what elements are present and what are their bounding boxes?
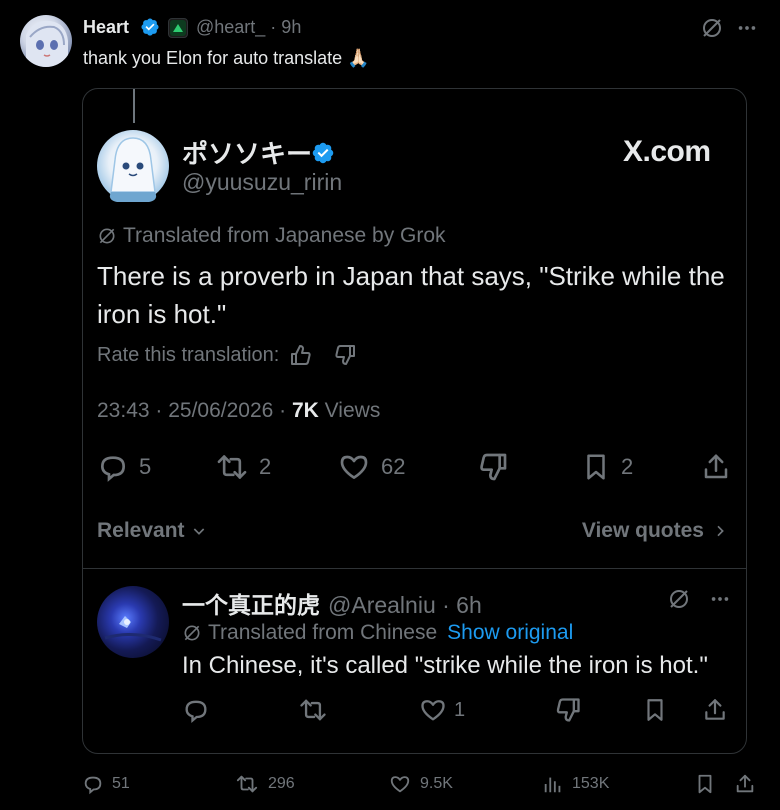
repost-icon	[298, 696, 328, 724]
more-icon[interactable]	[736, 17, 758, 39]
bookmark-icon	[694, 773, 716, 795]
reply-translation-notice: Translated from Chinese Show original	[182, 621, 573, 645]
divider	[83, 568, 746, 569]
site-watermark: X.com	[623, 135, 711, 168]
reply-translation-label: Translated from Chinese	[208, 621, 438, 644]
repost-count: 296	[268, 775, 295, 792]
share-button	[702, 696, 728, 724]
share-icon	[734, 773, 756, 795]
reply-action-bar: 1	[182, 695, 742, 725]
like-icon	[388, 773, 412, 795]
translation-notice: Translated from Japanese by Grok	[97, 224, 446, 248]
reply-author-name: 一个真正的虎	[182, 592, 320, 618]
like-icon	[418, 696, 448, 724]
grok-icon[interactable]	[700, 16, 724, 40]
views-count: 7K	[291, 399, 319, 422]
reply-count: 51	[112, 775, 130, 792]
reply-author-avatar	[97, 586, 169, 658]
reply-button: 5	[97, 451, 151, 483]
thumbs-down-icon	[333, 343, 357, 367]
bookmark-button: 2	[581, 451, 633, 483]
affiliate-badge-icon	[168, 18, 188, 38]
grok-icon	[667, 587, 691, 611]
reply-text: In Chinese, it's called "strike while th…	[182, 652, 708, 679]
grok-icon	[182, 623, 202, 643]
post-action-bar: 51 296 9.5K 153K	[82, 769, 762, 799]
more-icon	[709, 588, 731, 610]
repost-button: 2	[215, 451, 271, 483]
embedded-screenshot[interactable]: ポソソキー @yuusuzu_ririn X.com Translated fr…	[82, 88, 747, 754]
dislike-button	[554, 696, 582, 724]
embedded-author-avatar	[97, 130, 169, 202]
views-button[interactable]: 153K	[542, 773, 609, 795]
dislike-icon	[477, 451, 509, 483]
bookmark-icon	[642, 696, 668, 724]
reply-count: 5	[139, 454, 152, 479]
rate-label: Rate this translation:	[97, 343, 280, 366]
view-quotes-link: View quotes	[582, 519, 728, 543]
dislike-icon	[554, 696, 582, 724]
bookmark-button	[642, 696, 668, 724]
reply-sort-dropdown: Relevant	[97, 519, 207, 543]
views-label: Views	[318, 399, 381, 422]
post-meta: 23:43 · 25/06/2026 · 7K Views	[97, 399, 380, 423]
views-icon	[542, 773, 564, 795]
dislike-button	[477, 451, 509, 483]
chevron-down-icon	[191, 523, 207, 539]
author-avatar[interactable]	[20, 15, 72, 67]
share-icon	[701, 451, 731, 483]
verified-badge-icon	[311, 141, 335, 165]
repost-count: 2	[259, 454, 272, 479]
rate-translation-row: Rate this translation:	[97, 343, 357, 367]
embedded-author-name: ポソソキー	[182, 139, 313, 169]
bookmark-icon	[581, 451, 611, 483]
show-original-link: Show original	[447, 621, 574, 644]
reply-icon	[182, 696, 210, 724]
author-handle-time[interactable]: @heart_ · 9h	[196, 17, 301, 38]
embedded-post-text: There is a proverb in Japan that says, "…	[97, 261, 725, 329]
embedded-author-handle: @yuusuzu_ririn	[182, 169, 343, 195]
reply-author-handle-time: @Arealniu · 6h	[328, 592, 482, 618]
verified-badge-icon	[140, 17, 160, 37]
share-button	[701, 451, 731, 483]
reply-like-count: 1	[454, 698, 466, 721]
view-quotes-label: View quotes	[581, 519, 704, 542]
repost-button	[298, 696, 328, 724]
post-timestamp: 23:43 · 25/06/2026 ·	[97, 399, 292, 422]
thread-line	[133, 89, 135, 123]
repost-icon	[234, 773, 260, 795]
like-icon	[337, 451, 371, 483]
reply-header: 一个真正的虎 @Arealniu · 6h	[182, 586, 482, 620]
like-button: 1	[418, 696, 465, 724]
author-name[interactable]: Heart	[83, 17, 129, 38]
grok-icon	[97, 226, 117, 246]
embedded-action-bar: 5 2 62 2	[97, 450, 737, 484]
reply-button	[182, 696, 210, 724]
like-button[interactable]: 9.5K	[388, 773, 453, 795]
sort-label: Relevant	[97, 519, 185, 542]
bookmark-count: 2	[621, 454, 634, 479]
thumbs-up-icon	[289, 343, 313, 367]
like-count: 9.5K	[420, 775, 453, 792]
translation-label: Translated from Japanese by Grok	[123, 224, 446, 247]
like-button: 62	[337, 451, 405, 483]
chevron-right-icon	[712, 523, 728, 539]
reply-icon	[97, 451, 129, 483]
repost-icon	[215, 451, 249, 483]
like-count: 62	[381, 454, 406, 479]
post-text: thank you Elon for auto translate 🙏🏻	[83, 48, 370, 68]
reply-icon	[82, 773, 104, 795]
bookmark-button[interactable]	[694, 773, 716, 795]
repost-button[interactable]: 296	[234, 773, 295, 795]
share-icon	[702, 696, 728, 724]
reply-button[interactable]: 51	[82, 773, 130, 795]
share-button[interactable]	[734, 773, 756, 795]
views-count: 153K	[572, 775, 610, 792]
